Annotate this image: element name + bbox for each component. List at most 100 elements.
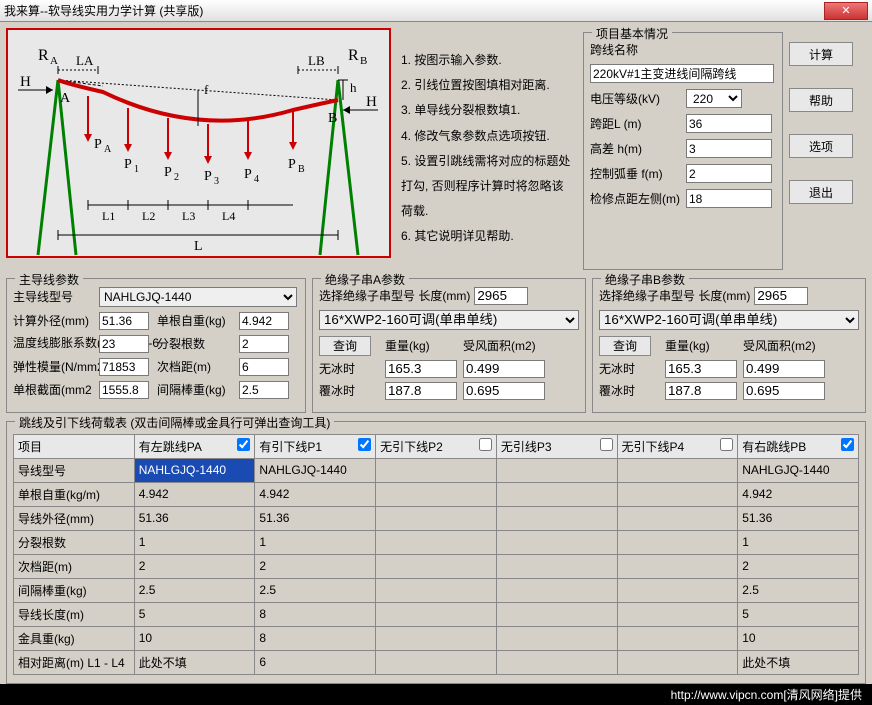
insulator-a-group: 绝缘子串A参数 选择绝缘子串型号 长度(mm) 16*XWP2-160可调(单串… — [312, 278, 586, 413]
svg-text:A: A — [104, 144, 112, 155]
load-table-group: 跳线及引下线荷载表 (双击间隔棒或金具行可弹出查询工具) 项目有左跳线PA有引下… — [6, 421, 866, 684]
svg-text:L4: L4 — [222, 209, 235, 223]
svg-text:P: P — [164, 165, 172, 180]
svg-text:H: H — [366, 94, 377, 110]
height-input[interactable] — [686, 139, 772, 158]
outer-dia-input[interactable] — [99, 312, 149, 330]
insul-b-noice-wind[interactable] — [743, 360, 825, 378]
svg-text:P: P — [94, 137, 102, 152]
header-checkbox[interactable] — [479, 438, 492, 451]
svg-text:P: P — [204, 169, 212, 184]
svg-text:B: B — [360, 55, 367, 67]
svg-text:1: 1 — [134, 164, 139, 175]
svg-text:LB: LB — [308, 53, 325, 68]
span-input[interactable] — [686, 114, 772, 133]
schematic-diagram: RA LA LB RB H H — [6, 28, 391, 258]
insul-b-select[interactable]: 16*XWP2-160可调(单串单线) — [599, 310, 859, 330]
insul-a-noice-wind[interactable] — [463, 360, 545, 378]
insul-a-ice-wind[interactable] — [463, 382, 545, 400]
insul-b-length[interactable] — [754, 287, 808, 305]
maint-input[interactable] — [686, 189, 772, 208]
cross-section-input[interactable] — [99, 381, 149, 399]
table-row: 金具重(kg)10810 — [14, 626, 859, 650]
title-bar: 我来算--软导线实用力学计算 (共享版) ✕ — [0, 0, 872, 22]
insul-b-query[interactable]: 查询 — [599, 336, 651, 356]
name-label: 跨线名称 — [590, 41, 686, 58]
svg-text:H: H — [20, 74, 31, 90]
insul-a-length[interactable] — [474, 287, 528, 305]
options-button[interactable]: 选项 — [789, 134, 853, 158]
insul-a-select[interactable]: 16*XWP2-160可调(单串单线) — [319, 310, 579, 330]
header-checkbox[interactable] — [237, 438, 250, 451]
instructions: 1. 按图示输入参数. 2. 引线位置按图填相对距离. 3. 单导线分裂根数填1… — [397, 28, 577, 270]
insul-a-noice-weight[interactable] — [385, 360, 457, 378]
project-legend: 项目基本情况 — [592, 25, 672, 42]
svg-text:B: B — [298, 164, 305, 175]
project-group: 项目基本情况 跨线名称 电压等级(kV)220 跨距L (m) 高差 h(m) … — [583, 32, 783, 270]
table-row: 单根自重(kg/m)4.9424.9424.942 — [14, 482, 859, 506]
main-wire-group: 主导线参数 主导线型号 NAHLGJQ-1440 计算外径(mm) 单根自重(k… — [6, 278, 306, 413]
split-input[interactable] — [239, 335, 289, 353]
insul-a-query[interactable]: 查询 — [319, 336, 371, 356]
svg-text:P: P — [244, 167, 252, 182]
svg-text:L2: L2 — [142, 209, 155, 223]
svg-text:LA: LA — [76, 53, 94, 68]
header-checkbox[interactable] — [358, 438, 371, 451]
maint-label: 检修点距左侧(m) — [590, 190, 686, 207]
exit-button[interactable]: 退出 — [789, 180, 853, 204]
svg-text:2: 2 — [174, 172, 179, 183]
action-buttons: 计算 帮助 选项 退出 — [789, 28, 853, 270]
spacer-input[interactable] — [239, 381, 289, 399]
table-header: 无引下线P4 — [617, 434, 738, 458]
close-button[interactable]: ✕ — [824, 2, 868, 20]
svg-text:h: h — [350, 80, 357, 95]
table-row: 导线长度(m)585 — [14, 602, 859, 626]
insul-b-noice-weight[interactable] — [665, 360, 737, 378]
svg-text:3: 3 — [214, 176, 219, 187]
table-header: 项目 — [14, 434, 135, 458]
table-row: 导线型号NAHLGJQ-1440NAHLGJQ-1440NAHLGJQ-1440 — [14, 458, 859, 482]
voltage-select[interactable]: 220 — [686, 89, 742, 108]
svg-text:A: A — [50, 55, 58, 67]
table-header: 无引下线P2 — [376, 434, 497, 458]
insul-a-ice-weight[interactable] — [385, 382, 457, 400]
svg-text:B: B — [328, 111, 337, 126]
table-row: 次档距(m)222 — [14, 554, 859, 578]
calc-button[interactable]: 计算 — [789, 42, 853, 66]
table-header: 无引线P3 — [496, 434, 617, 458]
svg-text:4: 4 — [254, 174, 259, 185]
svg-text:P: P — [288, 157, 296, 172]
svg-text:A: A — [60, 91, 71, 106]
sag-label: 控制弧垂 f(m) — [590, 165, 686, 182]
name-input[interactable] — [590, 64, 774, 83]
elastic-input[interactable] — [99, 358, 149, 376]
expansion-input[interactable] — [99, 335, 149, 353]
header-checkbox[interactable] — [841, 438, 854, 451]
sub-span-input[interactable] — [239, 358, 289, 376]
svg-text:R: R — [38, 47, 49, 64]
svg-text:L1: L1 — [102, 209, 115, 223]
insulator-b-group: 绝缘子串B参数 选择绝缘子串型号 长度(mm) 16*XWP2-160可调(单串… — [592, 278, 866, 413]
insul-b-ice-wind[interactable] — [743, 382, 825, 400]
self-weight-input[interactable] — [239, 312, 289, 330]
load-table: 项目有左跳线PA有引下线P1无引下线P2无引线P3无引下线P4有右跳线PB 导线… — [13, 434, 859, 675]
table-row: 导线外径(mm)51.3651.3651.36 — [14, 506, 859, 530]
header-checkbox[interactable] — [720, 438, 733, 451]
table-row: 间隔棒重(kg)2.52.52.5 — [14, 578, 859, 602]
footer: http://www.vipcn.com[清风网络]提供 — [0, 684, 872, 705]
svg-text:P: P — [124, 157, 132, 172]
svg-text:L3: L3 — [182, 209, 195, 223]
table-header: 有右跳线PB — [738, 434, 859, 458]
table-header: 有左跳线PA — [134, 434, 255, 458]
header-checkbox[interactable] — [600, 438, 613, 451]
height-label: 高差 h(m) — [590, 140, 686, 157]
voltage-label: 电压等级(kV) — [590, 90, 686, 107]
insul-b-ice-weight[interactable] — [665, 382, 737, 400]
svg-text:R: R — [348, 47, 359, 64]
table-header: 有引下线P1 — [255, 434, 376, 458]
help-button[interactable]: 帮助 — [789, 88, 853, 112]
window-title: 我来算--软导线实用力学计算 (共享版) — [4, 2, 824, 19]
model-select[interactable]: NAHLGJQ-1440 — [99, 287, 297, 307]
table-row: 分裂根数111 — [14, 530, 859, 554]
sag-input[interactable] — [686, 164, 772, 183]
